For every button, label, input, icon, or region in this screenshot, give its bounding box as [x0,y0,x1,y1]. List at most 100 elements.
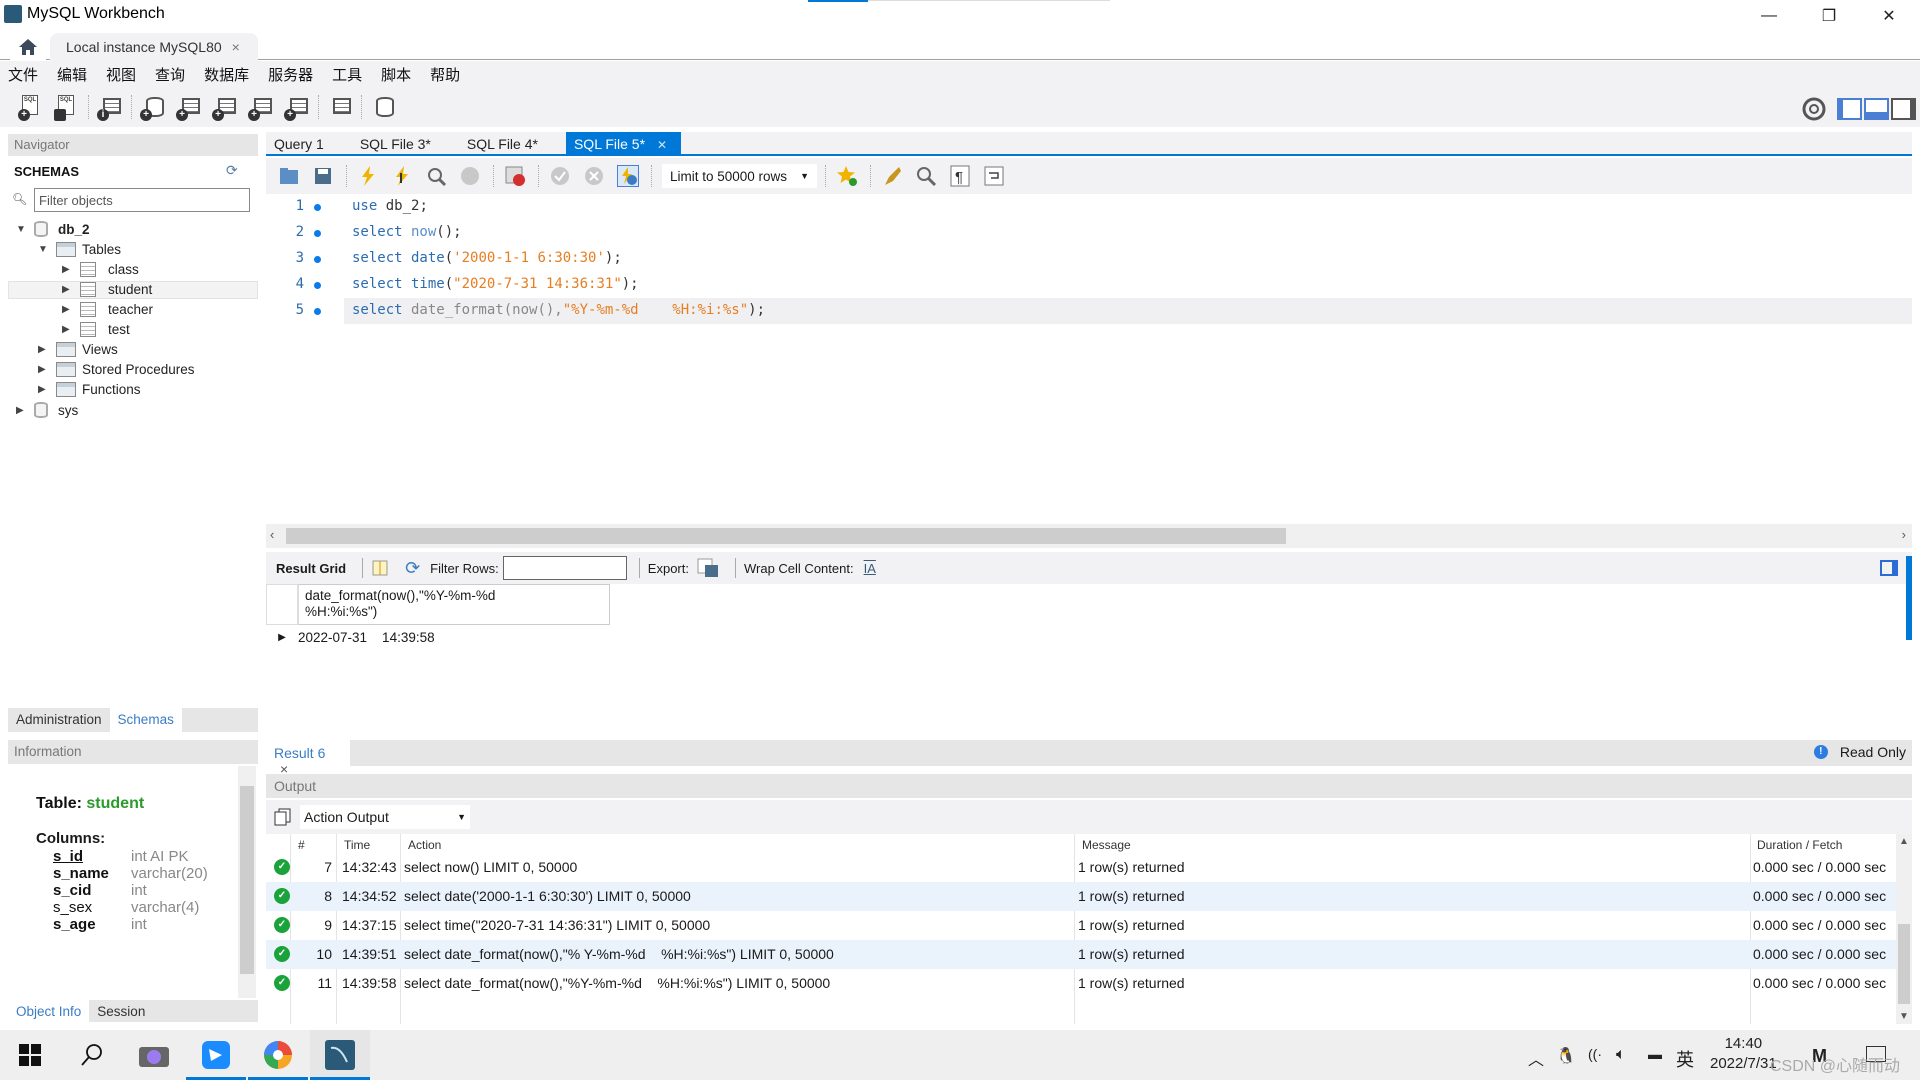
collapsed-triangle-icon[interactable]: ▶ [38,364,50,375]
collapsed-triangle-icon[interactable]: ▶ [62,304,74,315]
scroll-right-arrow-icon[interactable]: › [1902,527,1906,542]
new-sql-tab-button[interactable]: SQL + [16,93,44,121]
toggle-output-button[interactable] [1864,98,1889,120]
collapsed-triangle-icon[interactable]: ▶ [62,324,74,335]
create-function-button[interactable]: + [282,93,310,121]
menu-tools[interactable]: 工具 [332,64,362,85]
minimize-button[interactable]: — [1740,0,1798,32]
search-table-data-button[interactable] [325,93,353,121]
close-window-button[interactable]: ✕ [1860,0,1918,32]
connection-tab[interactable]: Local instance MySQL80 × [50,33,258,61]
open-file-button[interactable] [278,165,300,187]
collapsed-triangle-icon[interactable]: ▶ [38,384,50,395]
create-schema-button[interactable]: + [138,93,166,121]
battery-icon[interactable]: ▬ [1648,1046,1662,1062]
toggle-sidebar-button[interactable] [1837,98,1862,120]
system-clock[interactable]: 14:40 2022/7/31 [1710,1034,1777,1074]
scroll-down-arrow-icon[interactable]: ▼ [1899,1011,1909,1022]
output-row[interactable]: ✓ 9 14:37:15 select time("2020-7-31 14:3… [266,911,1896,940]
output-row[interactable]: ✓ 7 14:32:43 select now() LIMIT 0, 50000… [266,853,1896,882]
taskbar-mysql-workbench-app[interactable] [310,1030,370,1080]
copy-icon[interactable] [274,808,292,826]
rollback-button[interactable] [583,165,605,187]
column-header-action[interactable]: Action [408,838,441,852]
toggle-word-wrap-button[interactable] [983,165,1005,187]
output-scroll-thumb[interactable] [1898,924,1910,1004]
menu-server[interactable]: 服务器 [268,64,313,85]
tab-schemas[interactable]: Schemas [109,708,182,732]
execute-all-button[interactable] [357,165,379,187]
restore-button[interactable]: ❐ [1800,0,1858,32]
toggle-continue-on-error-button[interactable] [504,165,526,187]
collapsed-triangle-icon[interactable]: ▶ [62,264,74,275]
tree-item-table-class[interactable]: ▶ class [62,259,139,279]
expanded-triangle-icon[interactable]: ▼ [16,224,28,235]
close-tab-icon[interactable]: ✕ [657,138,667,152]
tree-item-table-test[interactable]: ▶ test [62,319,130,339]
autocommit-toggle-button[interactable] [617,165,639,187]
menu-database[interactable]: 数据库 [204,64,249,85]
grid-row[interactable]: ▶ 2022-07-31 14:39:58 [266,626,610,648]
tree-item-stored-procedures[interactable]: ▶ Stored Procedures [38,359,195,379]
filter-rows-input[interactable] [502,556,627,580]
tree-item-db_2[interactable]: ▼ db_2 [16,219,90,239]
collapsed-triangle-icon[interactable]: ▶ [16,405,28,416]
code-line-3[interactable]: select date('2000-1-1 6:30:30'); [352,250,622,266]
filter-objects-input[interactable] [34,188,250,212]
inspect-button[interactable]: i [95,93,123,121]
taskbar-search-button[interactable] [62,1030,122,1080]
menu-scripting[interactable]: 脚本 [381,64,411,85]
code-line-5[interactable]: select date_format(now(),"%Y-%m-%d %H:%i… [352,302,765,318]
tab-session[interactable]: Session [89,1000,153,1022]
grid-layout-icon[interactable] [371,559,389,577]
output-row[interactable]: ✓ 10 14:39:51 select date_format(now(),"… [266,940,1896,969]
code-line-1[interactable]: use db_2; [352,198,428,214]
toggle-invisible-chars-button[interactable]: ¶ [949,165,971,187]
open-sql-script-button[interactable]: SQL [52,93,80,121]
result-side-panel-bar[interactable] [1906,556,1912,640]
column-header-message[interactable]: Message [1082,838,1131,852]
refresh-icon[interactable]: ⟳ [226,162,238,179]
tab-result-6[interactable]: Result 6 × [266,740,350,777]
add-snippet-button[interactable] [836,165,858,187]
volume-icon[interactable]: 🔈︎ [1616,1046,1626,1064]
collapsed-triangle-icon[interactable]: ▶ [62,284,74,295]
column-header-time[interactable]: Time [344,838,370,852]
preferences-gear-icon[interactable] [1801,96,1827,122]
commit-button[interactable] [549,165,571,187]
refresh-results-icon[interactable]: ⟳ [405,558,420,579]
find-button[interactable] [915,165,937,187]
tab-sql-file-5[interactable]: SQL File 5* ✕ [565,132,681,154]
tab-object-info[interactable]: Object Info [8,1000,90,1022]
export-icon[interactable] [697,558,719,578]
taskbar-chrome-app[interactable] [248,1030,308,1080]
execute-current-button[interactable] [391,165,413,187]
tab-sql-file-4[interactable]: SQL File 4* [459,132,552,154]
output-row[interactable]: ✓ 8 14:34:52 select date('2000-1-1 6:30:… [266,882,1896,911]
collapsed-triangle-icon[interactable]: ▶ [38,344,50,355]
scroll-left-arrow-icon[interactable]: ‹ [270,527,274,542]
editor-scroll-thumb[interactable] [286,528,1286,544]
column-header-num[interactable]: # [298,838,305,852]
home-tab[interactable] [10,34,46,60]
tab-administration[interactable]: Administration [8,708,110,732]
limit-rows-select[interactable]: Limit to 50000 rows ▼ [662,164,817,188]
wifi-icon[interactable]: ((· [1588,1046,1602,1062]
create-view-button[interactable]: + [210,93,238,121]
tab-query-1[interactable]: Query 1 [266,132,338,154]
toggle-result-panel-icon[interactable] [1880,560,1898,576]
reconnect-button[interactable] [368,93,396,121]
result-grid-label[interactable]: Result Grid [276,561,346,576]
menu-query[interactable]: 查询 [155,64,185,85]
information-scroll-thumb[interactable] [240,786,254,974]
tree-item-sys[interactable]: ▶ sys [16,400,78,420]
scroll-up-arrow-icon[interactable]: ▲ [1899,836,1909,847]
tab-sql-file-3[interactable]: SQL File 3* [352,132,445,154]
save-button[interactable] [312,165,334,187]
tree-item-table-student[interactable]: ▶ student [62,279,152,299]
create-table-button[interactable]: + [174,93,202,121]
tree-item-table-teacher[interactable]: ▶ teacher [62,299,153,319]
menu-help[interactable]: 帮助 [430,64,460,85]
menu-view[interactable]: 视图 [106,64,136,85]
code-line-4[interactable]: select time("2020-7-31 14:36:31"); [352,276,639,292]
